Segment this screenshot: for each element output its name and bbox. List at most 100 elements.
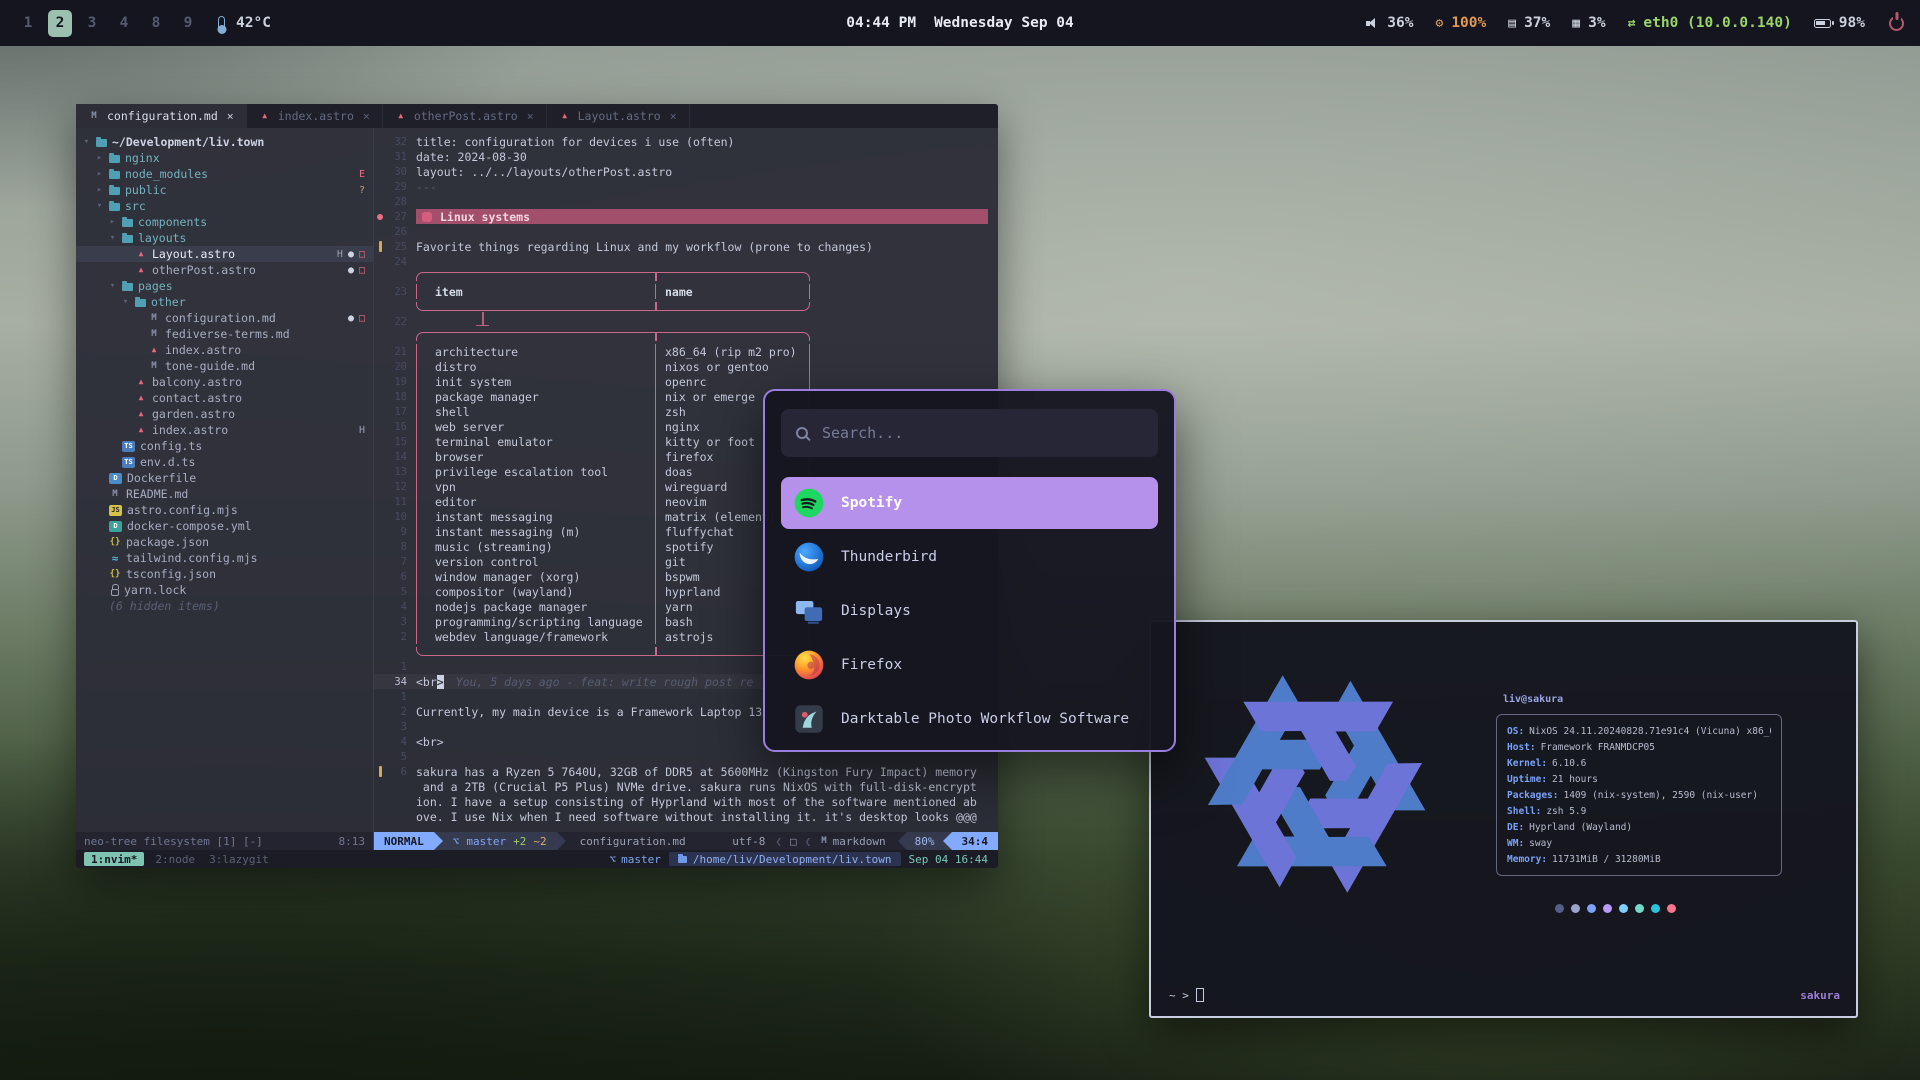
- power-icon[interactable]: [1889, 16, 1904, 31]
- tree-item-label: otherPost.astro: [152, 263, 256, 277]
- module-battery[interactable]: 98%: [1814, 15, 1865, 31]
- tree-item-docker-compose-yml[interactable]: Ddocker-compose.yml: [76, 518, 373, 534]
- launcher-item-darktable-photo-workflow-software[interactable]: Darktable Photo Workflow Software: [781, 693, 1158, 745]
- git-status-badges: E: [359, 169, 365, 180]
- search-box[interactable]: [781, 409, 1158, 457]
- tree-item-tailwind-config-mjs[interactable]: ≈tailwind.config.mjs: [76, 550, 373, 566]
- tmux-window-1-nvim[interactable]: 1:nvim*: [84, 852, 144, 866]
- markdown-icon: M: [148, 362, 160, 371]
- table-row: init systemopenrc: [416, 374, 810, 389]
- workspace-8[interactable]: 8: [144, 10, 168, 37]
- tree-item-balcony-astro[interactable]: ▲balcony.astro: [76, 374, 373, 390]
- chevron-down-icon: ▾: [95, 201, 104, 211]
- workspace-3[interactable]: 3: [80, 10, 104, 37]
- tabbar: Mconfiguration.md×▲index.astro×▲otherPos…: [76, 104, 998, 128]
- table-cell-item: privilege escalation tool: [417, 465, 655, 479]
- darktable-icon: [794, 704, 824, 734]
- table-cell-item: music (streaming): [417, 540, 655, 554]
- line-text: [416, 332, 998, 341]
- tree-item-readme-md[interactable]: MREADME.md: [76, 486, 373, 502]
- launcher-item-thunderbird[interactable]: Thunderbird: [781, 531, 1158, 583]
- tmux-window-3-lazygit[interactable]: 3:lazygit: [206, 853, 272, 866]
- diff-modified: ~2: [533, 835, 546, 848]
- table-cell-item: vpn: [417, 480, 655, 494]
- chevron-right-icon: ▸: [95, 153, 104, 163]
- close-icon[interactable]: ×: [227, 109, 234, 123]
- launcher-item-firefox[interactable]: Firefox: [781, 639, 1158, 691]
- tab-otherpost-astro[interactable]: ▲otherPost.astro×: [383, 104, 547, 128]
- launcher-item-displays[interactable]: Displays: [781, 585, 1158, 637]
- cpu-icon: ▦: [1572, 17, 1580, 30]
- tree-item-contact-astro[interactable]: ▲contact.astro: [76, 390, 373, 406]
- separator-icon: ❮: [771, 835, 786, 848]
- tab-index-astro[interactable]: ▲index.astro×: [247, 104, 383, 128]
- module-network[interactable]: ⇄eth0 (10.0.0.140): [1628, 15, 1792, 31]
- close-icon[interactable]: ×: [363, 109, 370, 123]
- tab-configuration-md[interactable]: Mconfiguration.md×: [76, 104, 247, 128]
- folder-icon: [109, 171, 120, 179]
- tailwind-icon: ≈: [109, 553, 121, 564]
- workspace-2[interactable]: 2: [48, 10, 72, 37]
- tree-item-src[interactable]: ▾src: [76, 198, 373, 214]
- astro-icon: ▲: [135, 250, 147, 258]
- module-memory[interactable]: ▤37%: [1508, 15, 1550, 31]
- fetch-info-label: OS:: [1507, 726, 1524, 737]
- workspace-4[interactable]: 4: [112, 10, 136, 37]
- editor-line: 28: [374, 194, 998, 209]
- shell-prompt[interactable]: ~ >: [1169, 988, 1204, 1002]
- fetch-info-label: Packages:: [1507, 790, 1558, 801]
- workspace-9[interactable]: 9: [176, 10, 200, 37]
- table-cell-item: package manager: [417, 390, 655, 404]
- tree-item-pages[interactable]: ▾pages: [76, 278, 373, 294]
- json-icon: {}: [109, 570, 121, 579]
- close-icon[interactable]: ×: [670, 109, 677, 123]
- tree-item-tone-guide-md[interactable]: Mtone-guide.md: [76, 358, 373, 374]
- astro-icon: ▲: [135, 410, 147, 418]
- thermometer-icon: [218, 16, 225, 31]
- line-number: 34: [386, 676, 416, 688]
- chevron-right-icon: ▸: [108, 217, 117, 227]
- fetch-terminal[interactable]: liv@sakura OS:NixOS 24.11.20240828.71e91…: [1149, 620, 1858, 1018]
- tree-item-tsconfig-json[interactable]: {}tsconfig.json: [76, 566, 373, 582]
- tree-item-otherpost-astro[interactable]: ▲otherPost.astro●□: [76, 262, 373, 278]
- module-temperature[interactable]: 42°C: [218, 15, 271, 31]
- table-row: vpnwireguard: [416, 479, 810, 494]
- tree-item-fediverse-terms-md[interactable]: Mfediverse-terms.md: [76, 326, 373, 342]
- table-row: version controlgit: [416, 554, 810, 569]
- close-icon[interactable]: ×: [527, 109, 534, 123]
- tab-label: index.astro: [278, 109, 354, 123]
- tree-item-other[interactable]: ▾other: [76, 294, 373, 310]
- tree-item-layouts[interactable]: ▾layouts: [76, 230, 373, 246]
- tree-item-index-astro[interactable]: ▲index.astro: [76, 342, 373, 358]
- module-cpu[interactable]: ▦3%: [1572, 15, 1605, 31]
- search-input[interactable]: [820, 423, 1143, 443]
- tree-item-public[interactable]: ▸public?: [76, 182, 373, 198]
- launcher-item-spotify[interactable]: Spotify: [781, 477, 1158, 529]
- tree-item-root[interactable]: ▾~/Development/liv.town: [76, 134, 373, 150]
- tree-item-astro-config-mjs[interactable]: JSastro.config.mjs: [76, 502, 373, 518]
- tree-item-6-hidden-items[interactable]: (6 hidden items): [76, 598, 373, 614]
- fetch-info-value: 21 hours: [1552, 774, 1598, 785]
- workspace-1[interactable]: 1: [16, 10, 40, 37]
- tree-item-layout-astro[interactable]: ▲Layout.astroH●□: [76, 246, 373, 262]
- astro-icon: ▲: [135, 378, 147, 386]
- tree-item-node-modules[interactable]: ▸node_modulesE: [76, 166, 373, 182]
- tree-item-index-astro[interactable]: ▲index.astroH: [76, 422, 373, 438]
- tree-item-garden-astro[interactable]: ▲garden.astro: [76, 406, 373, 422]
- tree-item-nginx[interactable]: ▸nginx: [76, 150, 373, 166]
- tab-layout-astro[interactable]: ▲Layout.astro×: [547, 104, 690, 128]
- tmux-path: /home/liv/Development/liv.town: [669, 852, 901, 866]
- tmux-statusbar: 1:nvim*2:node3:lazygit ⌥ master /home/li…: [76, 850, 998, 868]
- module-brightness[interactable]: ⚙100%: [1435, 15, 1486, 31]
- tree-item-dockerfile[interactable]: DDockerfile: [76, 470, 373, 486]
- tree-item-package-json[interactable]: {}package.json: [76, 534, 373, 550]
- clock[interactable]: 04:44 PM Wednesday Sep 04: [846, 15, 1074, 31]
- module-volume[interactable]: 36%: [1366, 15, 1413, 31]
- tree-item-configuration-md[interactable]: Mconfiguration.md●□: [76, 310, 373, 326]
- fetch-info-line: Uptime:21 hours: [1507, 771, 1771, 787]
- tree-item-config-ts[interactable]: TSconfig.ts: [76, 438, 373, 454]
- tree-item-components[interactable]: ▸components: [76, 214, 373, 230]
- tmux-window-2-node[interactable]: 2:node: [152, 853, 198, 866]
- tree-item-env-d-ts[interactable]: TSenv.d.ts: [76, 454, 373, 470]
- tree-item-yarn-lock[interactable]: yarn.lock: [76, 582, 373, 598]
